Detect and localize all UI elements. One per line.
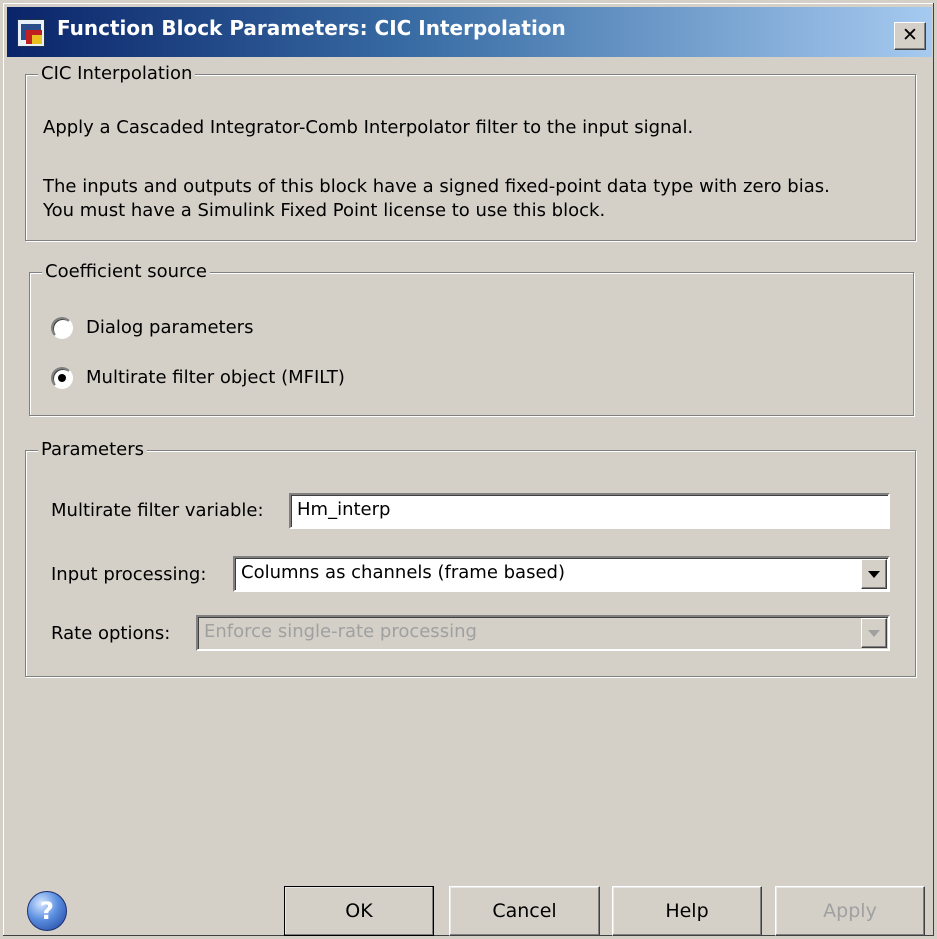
description-line-1: Apply a Cascaded Integrator-Comb Interpo… [43,117,694,138]
coefficient-source-group: Coefficient source Dialog parameters Mul… [29,260,914,416]
help-icon[interactable]: ? [27,891,67,931]
rate-options-label: Rate options: [51,623,171,644]
input-processing-label: Input processing: [51,564,207,585]
dialog-window: Function Block Parameters: CIC Interpola… [0,0,937,939]
input-processing-value: Columns as channels (frame based) [241,562,565,583]
filter-variable-input[interactable]: Hm_interp [289,493,890,529]
description-line-3: You must have a Simulink Fixed Point lic… [43,200,606,221]
apply-button: Apply [775,886,925,936]
simulink-block-icon [17,19,45,47]
description-group-legend: CIC Interpolation [38,62,196,86]
radio-dialog-parameters-label[interactable]: Dialog parameters [86,316,253,340]
rate-options-value: Enforce single-rate processing [204,621,477,642]
parameters-group: Parameters Multirate filter variable: Hm… [25,438,916,677]
chevron-down-icon[interactable] [861,559,887,589]
title-bar: Function Block Parameters: CIC Interpola… [7,7,932,57]
description-line-2: The inputs and outputs of this block hav… [43,176,830,197]
input-processing-select[interactable]: Columns as channels (frame based) [233,556,890,592]
window-title: Function Block Parameters: CIC Interpola… [57,16,566,40]
radio-multirate-filter-object[interactable] [51,367,73,389]
radio-dialog-parameters[interactable] [51,317,73,339]
help-button[interactable]: Help [612,886,762,936]
radio-multirate-filter-object-label[interactable]: Multirate filter object (MFILT) [86,366,345,390]
description-group: CIC Interpolation Apply a Cascaded Integ… [25,62,916,241]
ok-button[interactable]: OK [284,886,434,936]
cancel-button[interactable]: Cancel [449,886,600,936]
radio-selected-dot [58,374,66,382]
coefficient-source-legend: Coefficient source [42,260,210,284]
rate-options-select: Enforce single-rate processing [196,615,890,651]
close-button[interactable]: ✕ [894,22,926,50]
parameters-legend: Parameters [38,438,148,462]
chevron-down-icon [861,618,887,648]
filter-variable-label: Multirate filter variable: [51,500,264,521]
